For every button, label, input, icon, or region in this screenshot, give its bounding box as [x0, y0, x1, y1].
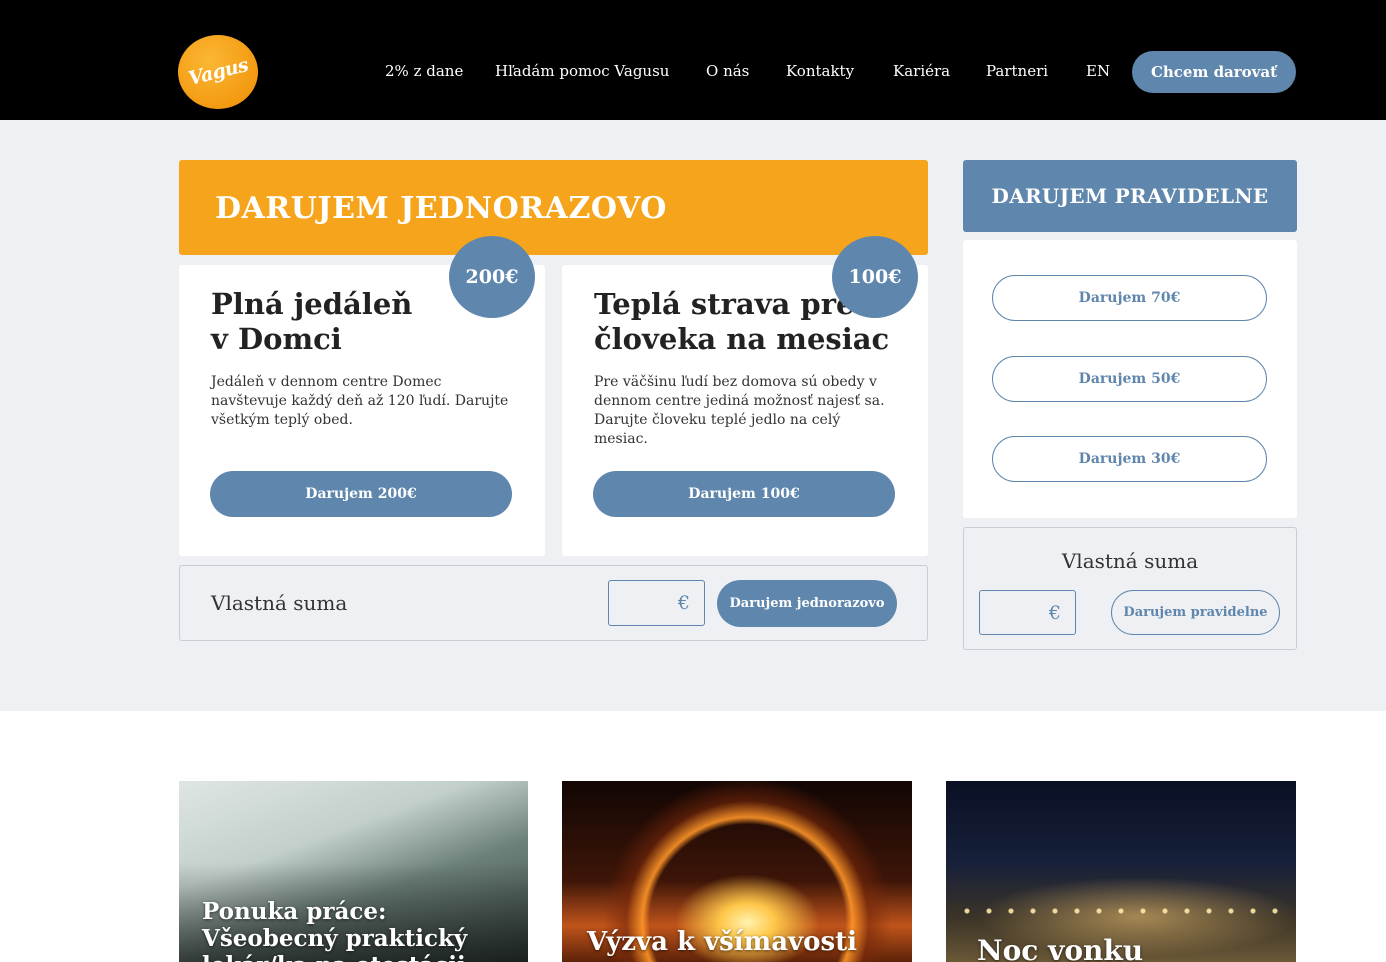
donate-regular-button[interactable]: Darujem pravidelne [1111, 590, 1280, 635]
custom-regular-amount-input[interactable]: € [979, 590, 1076, 635]
donate-100-button[interactable]: Darujem 100€ [593, 471, 895, 517]
news-card-awareness[interactable]: Výzva k všímavosti [562, 781, 912, 962]
donate-30-monthly-button[interactable]: Darujem 30€ [992, 436, 1267, 482]
regular-donation-header: DARUJEM PRAVIDELNE [963, 160, 1297, 232]
donate-cta-button[interactable]: Chcem darovať [1132, 51, 1296, 93]
news-title: Výzva k všímavosti [587, 927, 858, 957]
donate-200-button[interactable]: Darujem 200€ [210, 471, 512, 517]
card-description: Pre väčšinu ľudí bez domova sú obedy v d… [594, 374, 885, 447]
custom-one-time-amount-input[interactable]: € [608, 580, 705, 626]
one-time-donation-title: DARUJEM JEDNORAZOVO [215, 191, 667, 226]
donate-one-time-button[interactable]: Darujem jednorazovo [717, 580, 897, 627]
donate-50-monthly-button[interactable]: Darujem 50€ [992, 356, 1267, 402]
amount-badge-100: 100€ [832, 236, 918, 318]
string-lights [956, 901, 1286, 921]
euro-symbol: € [677, 592, 690, 614]
regular-donation-title: DARUJEM PRAVIDELNE [991, 184, 1269, 208]
donate-70-monthly-button[interactable]: Darujem 70€ [992, 275, 1267, 321]
nav-link-english[interactable]: EN [1086, 62, 1110, 80]
nav-link-contacts[interactable]: Kontakty [786, 62, 854, 80]
nav-link-2-percent[interactable]: 2% z dane [385, 62, 463, 80]
custom-regular-amount: Vlastná suma € Darujem pravidelne [963, 527, 1297, 650]
regular-donation-options: Darujem 70€ Darujem 50€ Darujem 30€ [963, 240, 1297, 518]
card-description: Jedáleň v dennom centre Domec navštevuje… [211, 374, 509, 428]
nav-link-about[interactable]: O nás [706, 62, 749, 80]
one-time-donation-header: DARUJEM JEDNORAZOVO [179, 160, 928, 255]
custom-one-time-amount: Vlastná suma € Darujem jednorazovo [179, 565, 928, 641]
euro-symbol: € [1048, 601, 1061, 624]
nav-link-partners[interactable]: Partneri [986, 62, 1048, 80]
logo-text: Vagus [185, 53, 251, 91]
card-title: Plná jedáleň v Domci [211, 287, 413, 356]
news-card-job-offer[interactable]: Ponuka práce:Všeobecný praktickýlekár/ka… [179, 781, 528, 962]
nav-link-career[interactable]: Kariéra [893, 62, 950, 80]
vagus-logo[interactable]: Vagus [178, 35, 258, 109]
custom-amount-label: Vlastná suma [1061, 549, 1199, 573]
news-title: Noc vonku [977, 934, 1144, 962]
top-navigation-bar: Vagus 2% z dane Hľadám pomoc Vagusu O ná… [0, 0, 1386, 120]
nav-link-seeking-help[interactable]: Hľadám pomoc Vagusu [495, 62, 669, 80]
custom-amount-label: Vlastná suma [211, 591, 348, 615]
news-card-night-outside[interactable]: Noc vonku [946, 781, 1296, 962]
amount-badge-200: 200€ [449, 236, 535, 318]
news-title: Ponuka práce:Všeobecný praktickýlekár/ka… [202, 898, 468, 962]
